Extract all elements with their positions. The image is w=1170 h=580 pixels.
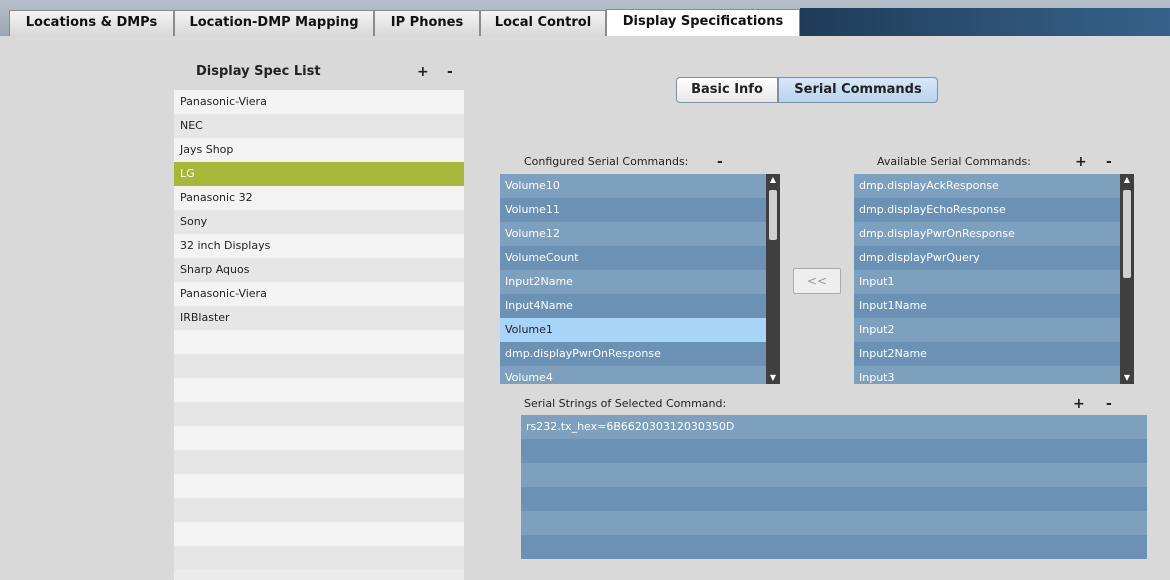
spec-list-item[interactable]: Panasonic-Viera — [174, 90, 464, 114]
spec-list-item-empty — [174, 522, 464, 546]
serial-string-item[interactable] — [521, 463, 1147, 487]
spec-list-item-empty — [174, 330, 464, 354]
configured-command-item[interactable]: Volume12 — [500, 222, 766, 246]
spec-list-item[interactable]: IRBlaster — [174, 306, 464, 330]
scroll-up-icon[interactable]: ▲ — [1122, 175, 1132, 185]
scroll-thumb[interactable] — [769, 190, 777, 240]
available-scrollbar[interactable]: ▲ ▼ — [1120, 174, 1134, 384]
spec-list-item-empty — [174, 474, 464, 498]
spec-list-item-empty — [174, 378, 464, 402]
configured-command-item[interactable]: Volume1 — [500, 318, 766, 342]
available-command-item[interactable]: Input2 — [854, 318, 1120, 342]
configured-commands-list[interactable]: Volume10 Volume11 Volume12 VolumeCount Input… — [500, 174, 766, 384]
tab-bar-background — [800, 8, 1170, 36]
spec-list-item-empty — [174, 498, 464, 522]
spec-list-item-empty — [174, 426, 464, 450]
available-command-item[interactable]: dmp.displayAckResponse — [854, 174, 1120, 198]
spec-list-item[interactable]: Panasonic-Viera — [174, 282, 464, 306]
serial-string-item[interactable] — [521, 535, 1147, 559]
spec-list-item[interactable]: LG — [174, 162, 464, 186]
display-spec-list-title: Display Spec List — [196, 64, 321, 79]
available-commands-list[interactable]: dmp.displayAckResponse dmp.displayEchoRes… — [854, 174, 1120, 384]
tab-local-control[interactable]: Local Control — [480, 10, 606, 36]
configured-command-item[interactable]: Volume11 — [500, 198, 766, 222]
spec-list-item-empty — [174, 450, 464, 474]
serial-string-item[interactable] — [521, 511, 1147, 535]
remove-configured-button[interactable]: - — [717, 155, 723, 169]
tab-display-specifications[interactable]: Display Specifications — [606, 9, 800, 37]
configured-scrollbar[interactable]: ▲ ▼ — [766, 174, 780, 384]
available-command-item[interactable]: dmp.displayEchoResponse — [854, 198, 1120, 222]
available-command-item[interactable]: Input3 — [854, 366, 1120, 384]
available-commands-label: Available Serial Commands: — [877, 155, 1031, 168]
configured-command-item[interactable]: VolumeCount — [500, 246, 766, 270]
serial-strings-list[interactable]: rs232.tx_hex=6B662030312030350D — [521, 415, 1147, 561]
spec-list-item-empty — [174, 546, 464, 570]
spec-list-item[interactable]: Sony — [174, 210, 464, 234]
add-serial-string-button[interactable]: + — [1073, 397, 1085, 411]
display-spec-list[interactable]: Panasonic-Viera NEC Jays Shop LG Panasonic 3… — [174, 90, 464, 580]
available-command-item[interactable]: Input1 — [854, 270, 1120, 294]
configured-command-item[interactable]: Input4Name — [500, 294, 766, 318]
scroll-thumb[interactable] — [1123, 190, 1131, 278]
spec-list-item[interactable]: Jays Shop — [174, 138, 464, 162]
serial-commands-button[interactable]: Serial Commands — [778, 77, 938, 103]
remove-available-button[interactable]: - — [1106, 155, 1112, 169]
spec-list-item-empty — [174, 354, 464, 378]
tab-location-dmp-mapping[interactable]: Location-DMP Mapping — [174, 10, 374, 36]
spec-list-item[interactable]: 32 inch Displays — [174, 234, 464, 258]
add-spec-button[interactable]: + — [417, 65, 429, 79]
configured-commands-label: Configured Serial Commands: — [524, 155, 689, 168]
available-command-item[interactable]: dmp.displayPwrOnResponse — [854, 222, 1120, 246]
basic-info-button[interactable]: Basic Info — [676, 77, 778, 103]
tab-locations-dmps[interactable]: Locations & DMPs — [9, 10, 174, 36]
spec-list-item[interactable]: NEC — [174, 114, 464, 138]
spec-list-item[interactable]: Sharp Aquos — [174, 258, 464, 282]
available-command-item[interactable]: Input1Name — [854, 294, 1120, 318]
serial-string-item[interactable] — [521, 487, 1147, 511]
spec-list-item[interactable]: Panasonic 32 — [174, 186, 464, 210]
available-command-item[interactable]: dmp.displayPwrQuery — [854, 246, 1120, 270]
add-available-button[interactable]: + — [1075, 155, 1087, 169]
scroll-down-icon[interactable]: ▼ — [768, 373, 778, 383]
scroll-down-icon[interactable]: ▼ — [1122, 373, 1132, 383]
configured-command-item[interactable]: Volume4 — [500, 366, 766, 384]
available-command-item[interactable]: Input2Name — [854, 342, 1120, 366]
serial-string-item[interactable] — [521, 439, 1147, 463]
scroll-up-icon[interactable]: ▲ — [768, 175, 778, 185]
configured-command-item[interactable]: dmp.displayPwrOnResponse — [500, 342, 766, 366]
move-to-configured-button[interactable]: << — [793, 268, 841, 294]
remove-serial-string-button[interactable]: - — [1106, 397, 1112, 411]
serial-strings-label: Serial Strings of Selected Command: — [524, 397, 727, 410]
configured-command-item[interactable]: Volume10 — [500, 174, 766, 198]
spec-list-item-empty — [174, 402, 464, 426]
remove-spec-button[interactable]: - — [447, 65, 453, 79]
configured-command-item[interactable]: Input2Name — [500, 270, 766, 294]
tab-ip-phones[interactable]: IP Phones — [374, 10, 480, 36]
serial-string-item[interactable]: rs232.tx_hex=6B662030312030350D — [521, 415, 1147, 439]
tab-bar: Locations & DMPs Location-DMP Mapping IP… — [0, 0, 1170, 37]
